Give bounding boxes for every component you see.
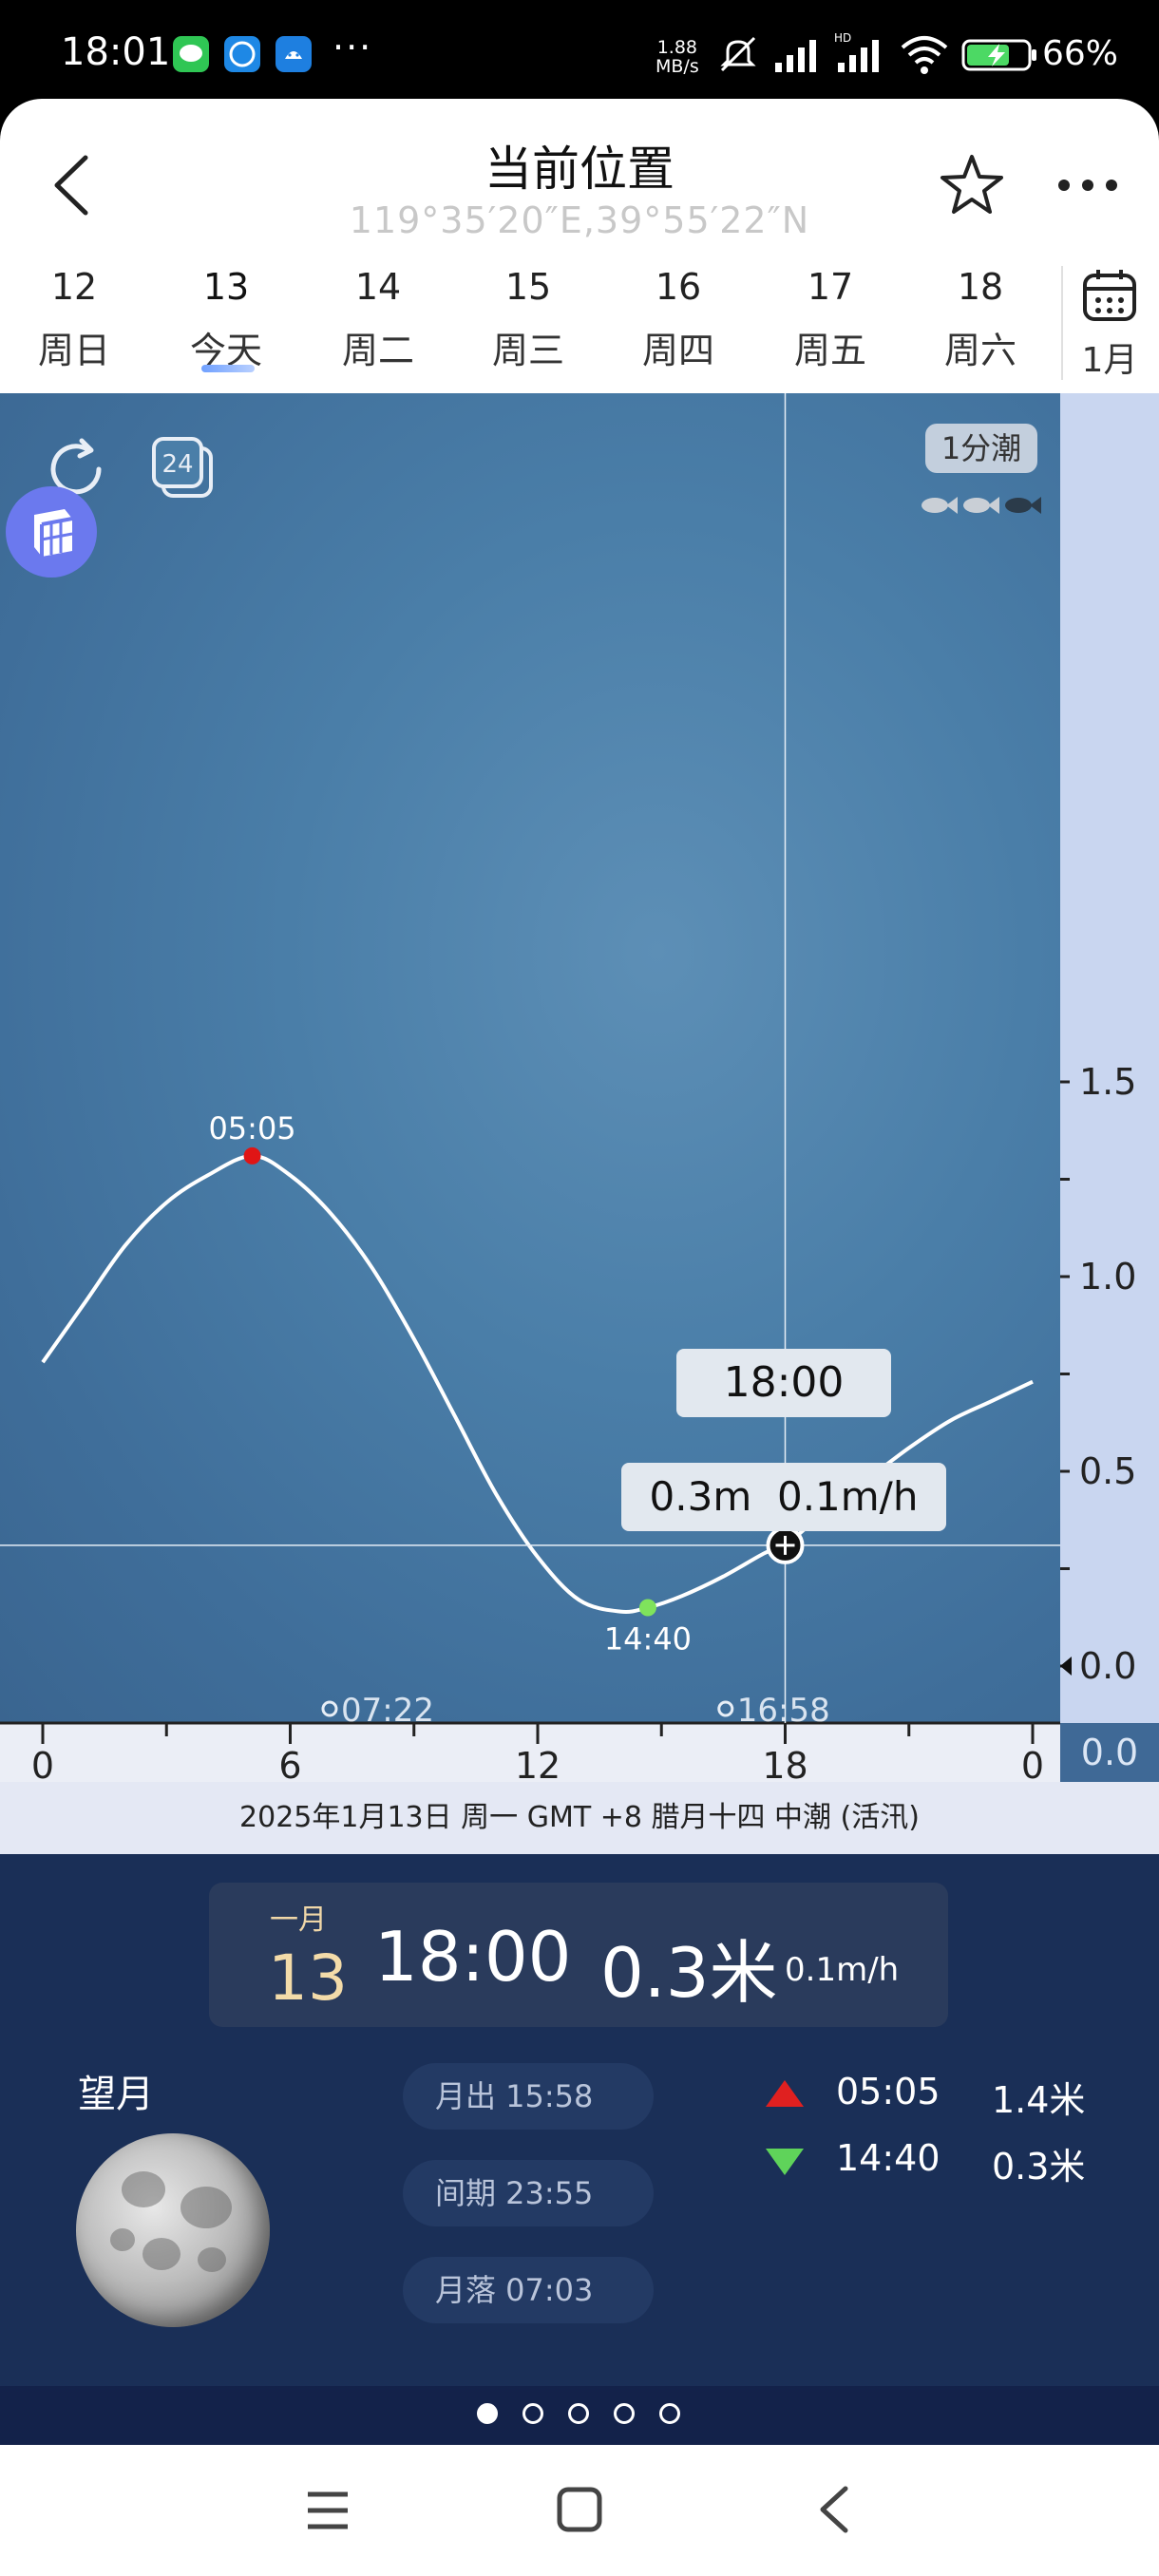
moonrise-pill: 月出 15:58 (403, 2063, 654, 2130)
high-tide-label: 05:05 (208, 1110, 295, 1146)
date-tab-12[interactable]: 12 周日 (17, 266, 131, 373)
high-tide-time: 05:05 (836, 2071, 940, 2112)
detail-rate: 0.1m/h (785, 1951, 900, 1989)
month-label[interactable]: 1月 (1072, 332, 1148, 382)
browser-app-icon (224, 36, 260, 72)
sunrise-time: 07:22 (341, 1692, 434, 1730)
detail-month: 一月 (270, 1904, 327, 1937)
y-zero-pointer-icon (1060, 1657, 1072, 1676)
more-notifications-icon: ··· (332, 27, 373, 68)
date-tab-14[interactable]: 14 周二 (321, 266, 435, 373)
page-dot[interactable] (568, 2403, 589, 2424)
network-speed: 1.88 MB/s (656, 37, 699, 77)
tide-type-badge[interactable]: 1分潮 (925, 424, 1037, 473)
date-tab-17[interactable]: 17 周五 (773, 266, 887, 373)
wifi-icon (901, 36, 948, 74)
date-tab-weekday: 周四 (641, 330, 714, 371)
high-tide-row: 05:05 1.4米 (766, 2071, 1127, 2121)
date-tab-weekday: 周三 (491, 330, 564, 371)
date-tab-day: 13 (202, 266, 250, 308)
date-tab-16[interactable]: 16 周四 (621, 266, 735, 373)
low-tide-arrow-icon (766, 2149, 804, 2175)
y-tick-label: 0.5 (1079, 1450, 1136, 1492)
page-dot[interactable] (614, 2403, 635, 2424)
x-tick-label: 18 (762, 1745, 808, 1782)
low-tide-row: 14:40 0.3米 (766, 2137, 1127, 2188)
cursor-value-label: 0.3m 0.1m/h (621, 1463, 946, 1531)
date-tab-weekday: 周六 (943, 330, 1016, 371)
interval-pill: 间期 23:55 (403, 2160, 654, 2226)
active-tab-underline (201, 365, 255, 372)
home-nav-icon[interactable] (555, 2485, 604, 2534)
signal-hd-icon: HD (834, 31, 879, 72)
y-tick-label: 0.0 (1079, 1645, 1136, 1687)
date-tab-day: 15 (504, 266, 552, 308)
messages-app-icon (173, 36, 209, 72)
page-dot[interactable] (522, 2403, 543, 2424)
high-tide-point (243, 1146, 261, 1165)
sunrise-icon (321, 1700, 338, 1717)
page-dot[interactable] (659, 2403, 680, 2424)
date-tab-day: 17 (807, 266, 854, 308)
mode-24h-label: 24 (162, 450, 194, 479)
cursor-time-label: 18:00 (676, 1349, 891, 1417)
low-tide-label: 14:40 (604, 1621, 692, 1657)
signal-icon-1 (775, 40, 816, 72)
y-tick-label: 1.0 (1079, 1256, 1136, 1297)
x-tick-label: 0 (31, 1745, 54, 1782)
cursor-rate: 0.1m/h (776, 1473, 919, 1520)
month-divider (1061, 266, 1063, 380)
page-indicator (0, 2386, 1159, 2445)
fish-activity-icon (922, 497, 1041, 514)
detail-height: 0.3米 (600, 1933, 778, 2013)
detail-day: 13 (268, 1941, 348, 2015)
battery-percentage: 66% (1042, 34, 1119, 73)
y-tick-label: 1.5 (1079, 1061, 1136, 1103)
date-tab-day: 12 (50, 266, 98, 308)
date-tab-weekday: 周日 (37, 330, 110, 371)
floating-assistant-button[interactable] (6, 486, 97, 578)
cursor-height: 0.3m (649, 1473, 752, 1520)
low-tide-point (638, 1599, 656, 1617)
high-tide-arrow-icon (766, 2080, 804, 2107)
date-tab-day: 18 (957, 266, 1004, 308)
calendar-icon[interactable] (1081, 268, 1138, 325)
assistant-cube-icon (34, 509, 73, 557)
favorite-star-icon[interactable] (939, 152, 1005, 218)
low-tide-time: 14:40 (836, 2137, 940, 2179)
date-tab-weekday: 周五 (793, 330, 866, 371)
more-options-icon[interactable] (1054, 171, 1121, 199)
date-tab-18[interactable]: 18 周六 (923, 266, 1037, 373)
sunset-time: 16:58 (737, 1692, 830, 1730)
mute-icon (720, 36, 756, 72)
page-dot[interactable] (477, 2403, 498, 2424)
moon-phase-label: 望月 (78, 2073, 154, 2116)
android-app-icon (276, 36, 312, 72)
moonset-pill: 月落 07:03 (403, 2257, 654, 2323)
moon-image (76, 2133, 270, 2327)
sunset-icon (717, 1700, 734, 1717)
date-tab-day: 14 (354, 266, 402, 308)
status-time: 18:01 (61, 30, 171, 74)
x-tick-label: 0 (1021, 1745, 1044, 1782)
date-tab-15[interactable]: 15 周三 (471, 266, 585, 373)
detail-time: 18:00 (374, 1917, 572, 1997)
x-tick-label: 6 (278, 1745, 301, 1782)
low-tide-height: 0.3米 (992, 2146, 1086, 2188)
back-nav-icon[interactable] (813, 2483, 855, 2536)
menu-nav-icon[interactable] (304, 2487, 352, 2534)
date-info-strip: 2025年1月13日 周一 GMT +8 腊月十四 中潮 (活汛) (0, 1782, 1159, 1854)
tide-chart[interactable]: 0 6 12 18 0 1.5 1.0 0.5 0.0 07:22 16:58 05:05 14:40 (0, 393, 1159, 1782)
date-tab-13[interactable]: 13 今天 (169, 266, 283, 373)
svg-text:HD: HD (834, 31, 851, 45)
high-tide-height: 1.4米 (992, 2079, 1086, 2121)
x-tick-label: 12 (515, 1745, 560, 1782)
date-tab-day: 16 (655, 266, 702, 308)
date-tab-weekday: 周二 (341, 330, 414, 371)
mode-24h-button[interactable]: 24 (150, 435, 217, 502)
battery-charging-icon (961, 39, 1036, 71)
